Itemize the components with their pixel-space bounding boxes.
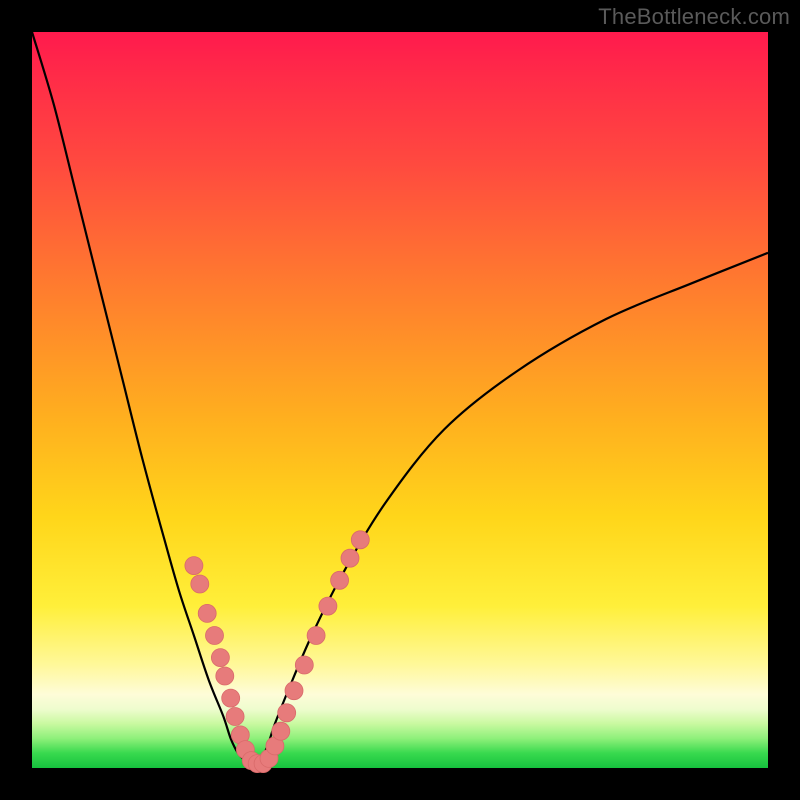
watermark-text: TheBottleneck.com	[598, 4, 790, 30]
curve-marker	[226, 708, 244, 726]
bottleneck-curve	[32, 32, 768, 764]
curve-marker	[222, 689, 240, 707]
chart-svg	[32, 32, 768, 768]
curve-marker	[272, 722, 290, 740]
curve-marker	[285, 682, 303, 700]
curve-marker	[278, 704, 296, 722]
curve-marker	[331, 571, 349, 589]
curve-marker	[351, 531, 369, 549]
curve-marker	[206, 627, 224, 645]
curve-marker	[295, 656, 313, 674]
curve-marker	[211, 649, 229, 667]
curve-marker	[191, 575, 209, 593]
chart-frame: TheBottleneck.com	[0, 0, 800, 800]
curve-marker	[341, 549, 359, 567]
curve-markers	[185, 531, 369, 773]
chart-plot-area	[32, 32, 768, 768]
curve-marker	[216, 667, 234, 685]
curve-marker	[198, 604, 216, 622]
curve-marker	[319, 597, 337, 615]
curve-marker	[185, 557, 203, 575]
curve-marker	[307, 627, 325, 645]
